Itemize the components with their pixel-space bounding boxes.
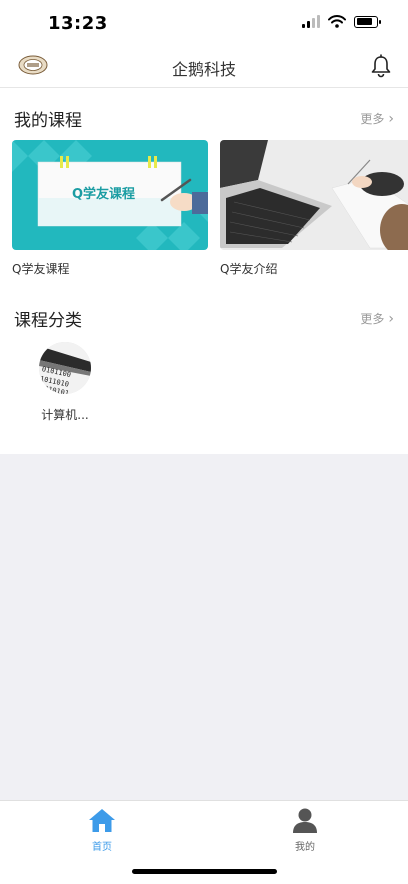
home-indicator [132, 869, 277, 874]
tab-profile[interactable]: 我的 [265, 807, 345, 853]
bell-icon[interactable] [370, 54, 392, 78]
course-thumbnail-title: Q学友课程 [72, 187, 136, 202]
more-label: 更多 [360, 112, 385, 126]
categories-more-link[interactable]: 更多 › [360, 310, 394, 327]
category-thumbnail-graphic: 0101100 1011010 0010101 [39, 342, 91, 394]
home-content: 我的课程 更多 › Q学友课程 Q学友课程 Q学友介绍 课程分类 更多 › 01… [0, 88, 408, 454]
status-icons [302, 15, 381, 28]
tab-profile-label: 我的 [295, 842, 315, 853]
tab-home-label: 首页 [92, 842, 112, 853]
nav-bar: 企鹅科技 [0, 46, 408, 88]
laptop-photo-graphic [220, 140, 408, 250]
home-icon [89, 809, 115, 832]
course-card-1[interactable]: Q学友课程 Q学友课程 [12, 140, 208, 277]
course-card-2[interactable]: Q学友介绍 [220, 140, 408, 277]
status-bar: 13:23 [0, 0, 408, 46]
more-label: 更多 [360, 312, 385, 326]
course-thumbnail [220, 140, 408, 250]
chevron-right-icon: › [388, 110, 394, 127]
status-time: 13:23 [48, 13, 108, 34]
category-name: 计算机... [41, 408, 89, 422]
course-thumbnail: Q学友课程 [12, 140, 208, 250]
categories-header: 课程分类 更多 › [14, 306, 394, 336]
course-name: Q学友介绍 [220, 262, 278, 276]
my-courses-header: 我的课程 更多 › [14, 106, 394, 136]
cellular-signal-icon [302, 15, 320, 28]
categories-title: 课程分类 [14, 311, 82, 331]
category-thumbnail: 0101100 1011010 0010101 [39, 342, 91, 394]
chevron-right-icon: › [388, 310, 394, 327]
my-courses-title: 我的课程 [14, 111, 82, 131]
page-title: 企鹅科技 [171, 60, 236, 79]
my-courses-more-link[interactable]: 更多 › [360, 110, 394, 127]
course-name: Q学友课程 [12, 262, 70, 276]
category-item[interactable]: 0101100 1011010 0010101 计算机... [30, 342, 100, 423]
tab-home[interactable]: 首页 [62, 807, 142, 853]
battery-icon [354, 15, 381, 28]
person-icon [293, 808, 317, 833]
wifi-icon [328, 15, 346, 28]
